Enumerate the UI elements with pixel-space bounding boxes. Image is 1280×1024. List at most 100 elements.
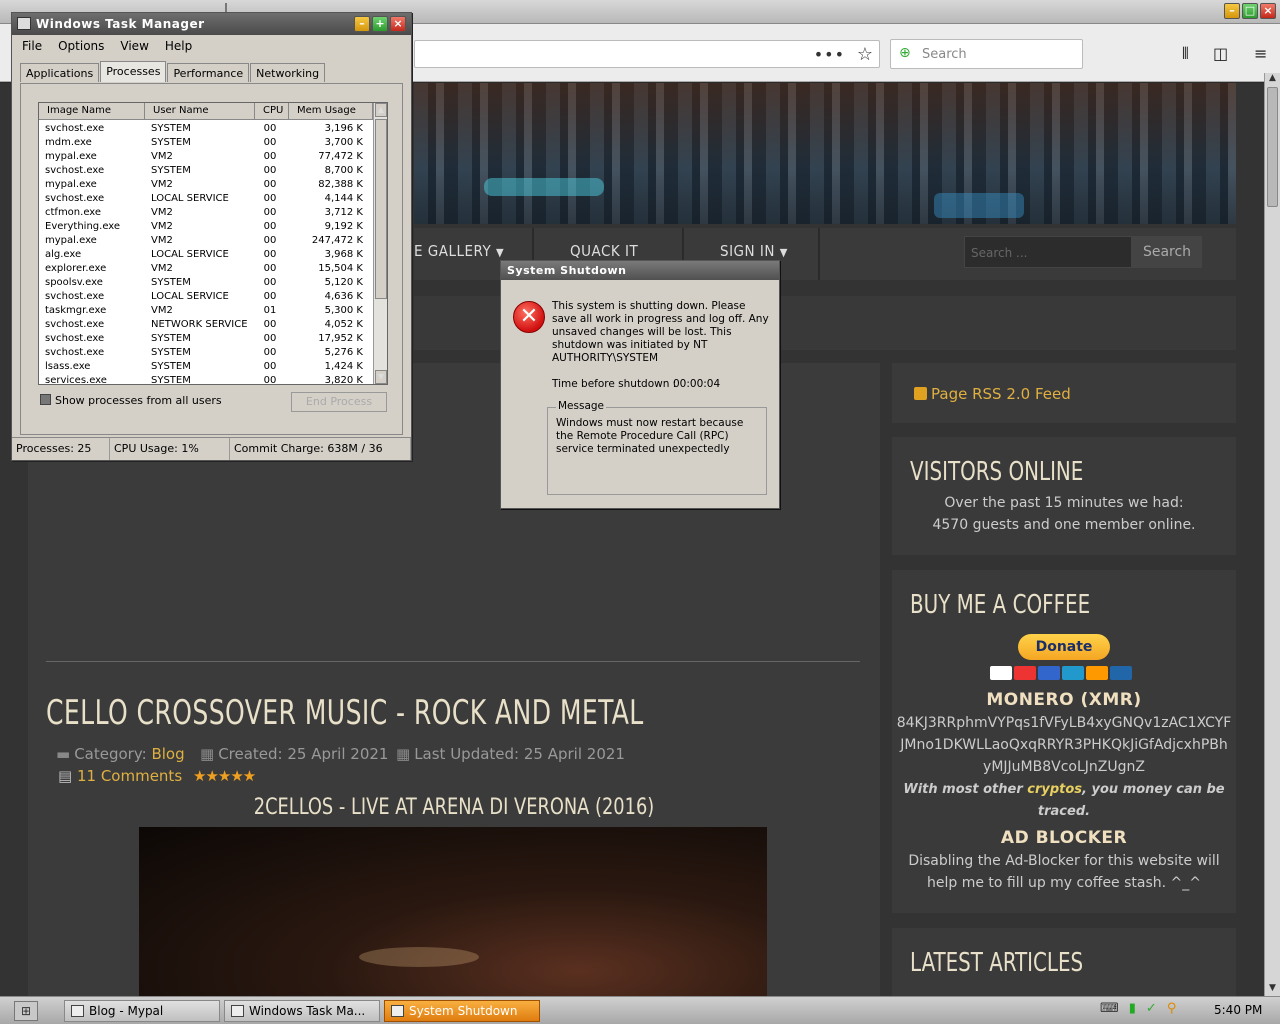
tab-networking[interactable]: Networking <box>250 63 326 82</box>
menu-icon[interactable]: ≡ <box>1254 44 1267 63</box>
category-link[interactable]: Blog <box>151 745 184 763</box>
process-row[interactable]: services.exe SYSTEM 00 3,820 K <box>39 374 373 385</box>
scroll-down-arrow-icon[interactable]: ▼ <box>375 370 387 384</box>
process-row[interactable]: explorer.exe VM2 00 15,504 K <box>39 262 373 276</box>
process-row[interactable]: svchost.exe SYSTEM 00 3,196 K <box>39 122 373 136</box>
process-image-name: mypal.exe <box>45 151 97 162</box>
process-cpu: 00 <box>263 235 277 246</box>
tab-performance[interactable]: Performance <box>167 63 250 82</box>
page-scrollbar[interactable]: ▲ ▼ <box>1264 73 1280 996</box>
process-row[interactable]: Everything.exe VM2 00 9,192 K <box>39 220 373 234</box>
taskbar-item-task-manager[interactable]: Windows Task Ma... <box>224 1000 380 1022</box>
nav-gallery[interactable]: E GALLERY ▼ <box>414 242 504 260</box>
rating-stars[interactable]: ★★★★★ <box>193 767 256 785</box>
process-row[interactable]: mypal.exe VM2 00 247,472 K <box>39 234 373 248</box>
security-icon[interactable]: ✓ <box>1146 1001 1157 1016</box>
shutdown-titlebar[interactable]: System Shutdown <box>501 261 779 280</box>
site-search-input[interactable]: Search ... <box>964 236 1132 268</box>
minimize-button[interactable]: – <box>354 16 370 32</box>
process-row[interactable]: mypal.exe VM2 00 82,388 K <box>39 178 373 192</box>
process-image-name: explorer.exe <box>45 263 107 274</box>
process-list[interactable]: Image Name User Name CPU Mem Usage svcho… <box>38 102 388 385</box>
column-cpu[interactable]: CPU <box>255 103 289 119</box>
status-processes: Processes: 25 <box>12 438 110 460</box>
process-row[interactable]: spoolsv.exe SYSTEM 00 5,120 K <box>39 276 373 290</box>
article-updated: ▦ Last Updated: 25 April 2021 <box>396 745 625 763</box>
process-row[interactable]: svchost.exe LOCAL SERVICE 00 4,636 K <box>39 290 373 304</box>
column-user-name[interactable]: User Name <box>145 103 255 119</box>
process-user-name: SYSTEM <box>151 123 191 134</box>
shutdown-title: System Shutdown <box>507 264 627 277</box>
tab-processes[interactable]: Processes <box>100 61 167 82</box>
monero-address-2[interactable]: JMno1DKWLLaoQxqRRYR3PHKQkJiGfAdjcxhPBh <box>892 734 1236 756</box>
process-user-name: LOCAL SERVICE <box>151 249 229 260</box>
process-mem-usage: 17,952 K <box>318 333 363 344</box>
close-button[interactable]: × <box>1260 3 1276 19</box>
processes-panel: Image Name User Name CPU Mem Usage svcho… <box>20 83 403 435</box>
scrollbar-thumb[interactable] <box>375 119 387 299</box>
process-image-name: spoolsv.exe <box>45 277 103 288</box>
process-row[interactable]: mypal.exe VM2 00 77,472 K <box>39 150 373 164</box>
monero-address-1[interactable]: 84KJ3RRphmVYPqs1fVFyLB4xyGNQv1zAC1XCYF <box>892 712 1236 734</box>
process-row[interactable]: svchost.exe NETWORK SERVICE 00 4,052 K <box>39 318 373 332</box>
monero-address-3[interactable]: yMJJuMB8VcoLJnZUgnZ <box>892 756 1236 778</box>
network-icon[interactable]: ▮ <box>1129 1001 1136 1016</box>
comments-link[interactable]: ▤ 11 Comments <box>58 767 182 785</box>
task-manager-icon <box>17 17 31 30</box>
url-bar[interactable]: ••• ☆ <box>414 40 880 68</box>
process-cpu: 00 <box>263 151 277 162</box>
column-mem-usage[interactable]: Mem Usage <box>289 103 373 119</box>
search-icon[interactable]: ⚲ <box>1167 1001 1177 1016</box>
browser-search-input[interactable]: ⊕ Search <box>890 39 1083 69</box>
bookmark-star-icon[interactable]: ☆ <box>857 44 873 65</box>
taskbar-item-shutdown[interactable]: System Shutdown <box>384 1000 540 1022</box>
process-row[interactable]: alg.exe LOCAL SERVICE 00 3,968 K <box>39 248 373 262</box>
keyboard-icon[interactable]: ⌨ <box>1100 1001 1119 1016</box>
scroll-up-arrow-icon[interactable]: ▲ <box>1266 73 1279 86</box>
clock[interactable]: 5:40 PM <box>1214 1003 1262 1017</box>
tab-applications[interactable]: Applications <box>20 63 100 82</box>
column-image-name[interactable]: Image Name <box>39 103 145 119</box>
sidebar-icon[interactable]: ◫ <box>1213 44 1228 63</box>
taskbar-item-browser[interactable]: Blog - Mypal <box>64 1000 220 1022</box>
process-row[interactable]: mdm.exe SYSTEM 00 3,700 K <box>39 136 373 150</box>
menu-file[interactable]: File <box>22 36 42 56</box>
nav-quack-it[interactable]: QUACK IT <box>570 242 638 260</box>
close-button[interactable]: × <box>390 16 406 32</box>
start-menu-icon[interactable]: ⊞ <box>14 1001 38 1021</box>
maximize-button[interactable]: □ <box>1242 3 1258 19</box>
menu-view[interactable]: View <box>120 36 148 56</box>
minimize-button[interactable]: – <box>1224 3 1240 19</box>
process-row[interactable]: svchost.exe LOCAL SERVICE 00 4,144 K <box>39 192 373 206</box>
process-user-name: SYSTEM <box>151 375 191 385</box>
end-process-button[interactable]: End Process <box>291 392 387 412</box>
menu-help[interactable]: Help <box>165 36 192 56</box>
process-row[interactable]: svchost.exe SYSTEM 00 5,276 K <box>39 346 373 360</box>
process-row[interactable]: svchost.exe SYSTEM 00 17,952 K <box>39 332 373 346</box>
process-row[interactable]: lsass.exe SYSTEM 00 1,424 K <box>39 360 373 374</box>
process-cpu: 00 <box>263 221 277 232</box>
page-actions-icon[interactable]: ••• <box>814 45 845 64</box>
process-row[interactable]: svchost.exe SYSTEM 00 8,700 K <box>39 164 373 178</box>
process-user-name: SYSTEM <box>151 361 191 372</box>
scroll-up-arrow-icon[interactable]: ▲ <box>375 103 387 117</box>
show-all-processes-checkbox[interactable]: Show processes from all users <box>40 394 222 407</box>
process-row[interactable]: taskmgr.exe VM2 01 5,300 K <box>39 304 373 318</box>
article-title[interactable]: CELLO CROSSOVER MUSIC - ROCK AND METAL <box>46 693 644 733</box>
site-search-button[interactable]: Search <box>1132 236 1202 268</box>
task-manager-titlebar[interactable]: Windows Task Manager – + × <box>12 13 411 35</box>
task-manager-statusbar: Processes: 25 CPU Usage: 1% Commit Charg… <box>12 437 411 460</box>
scrollbar-thumb[interactable] <box>1267 87 1278 207</box>
library-icon[interactable]: ⫴ <box>1182 44 1189 64</box>
process-user-name: VM2 <box>151 221 173 232</box>
nav-sign-in[interactable]: SIGN IN ▼ <box>720 242 788 260</box>
rss-link[interactable]: Page RSS 2.0 Feed <box>914 385 1071 403</box>
video-player[interactable] <box>139 827 767 996</box>
maximize-button[interactable]: + <box>372 16 388 32</box>
process-row[interactable]: ctfmon.exe VM2 00 3,712 K <box>39 206 373 220</box>
menu-options[interactable]: Options <box>58 36 104 56</box>
process-list-scrollbar[interactable]: ▲ ▼ <box>373 103 387 384</box>
scroll-down-arrow-icon[interactable]: ▼ <box>1266 983 1279 996</box>
donate-button[interactable]: Donate <box>1018 634 1110 660</box>
process-image-name: svchost.exe <box>45 291 105 302</box>
